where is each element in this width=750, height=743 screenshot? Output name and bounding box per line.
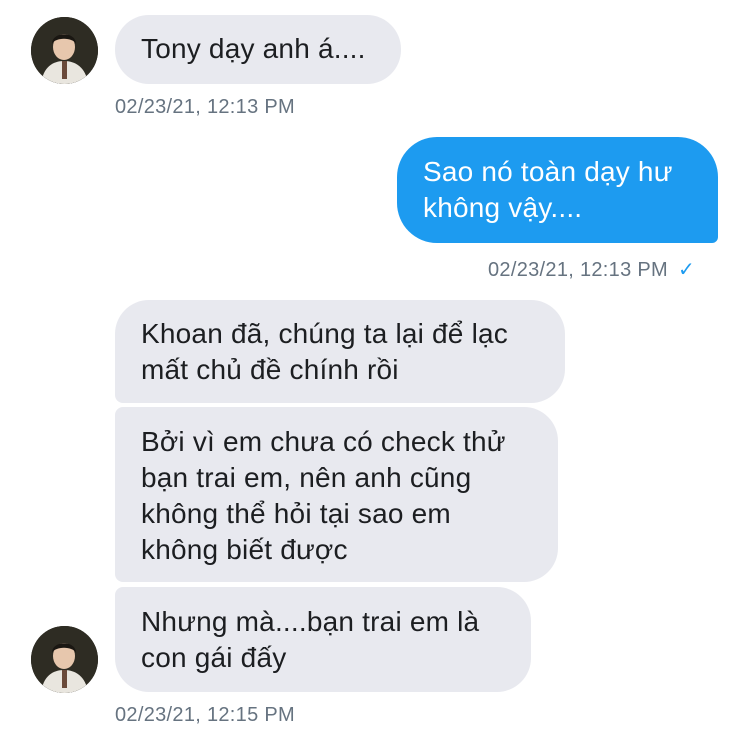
timestamp: 02/23/21, 12:13 PM (488, 259, 668, 281)
timestamp: 02/23/21, 12:13 PM (115, 96, 295, 118)
conversation-view: Tony dạy anh á.... 02/23/21, 12:13 PM Sa… (0, 0, 750, 743)
avatar[interactable] (31, 626, 98, 693)
message-text: Khoan đã, chúng ta lại để lạc mất chủ đề… (141, 318, 508, 385)
message-text: Sao nó toàn dạy hư không vậy.... (423, 156, 673, 223)
message-bubble-received[interactable]: Bởi vì em chưa có check thử bạn trai em,… (115, 407, 558, 582)
message-bubble-received[interactable]: Nhưng mà....bạn trai em là con gái đấy (115, 587, 531, 692)
checkmark-icon: ✓ (677, 259, 696, 281)
message-bubble-received[interactable]: Khoan đã, chúng ta lại để lạc mất chủ đề… (115, 300, 565, 403)
avatar[interactable] (31, 17, 98, 84)
message-text: Tony dạy anh á.... (141, 33, 366, 64)
profile-photo-icon (31, 626, 98, 693)
profile-photo-icon (31, 17, 98, 84)
message-bubble-sent[interactable]: Sao nó toàn dạy hư không vậy.... (397, 137, 718, 243)
timestamp-row: 02/23/21, 12:13 PM ✓ (488, 257, 695, 282)
timestamp: 02/23/21, 12:15 PM (115, 704, 295, 726)
message-text: Nhưng mà....bạn trai em là con gái đấy (141, 606, 480, 673)
message-text: Bởi vì em chưa có check thử bạn trai em,… (141, 426, 506, 565)
message-bubble-received[interactable]: Tony dạy anh á.... (115, 15, 401, 84)
